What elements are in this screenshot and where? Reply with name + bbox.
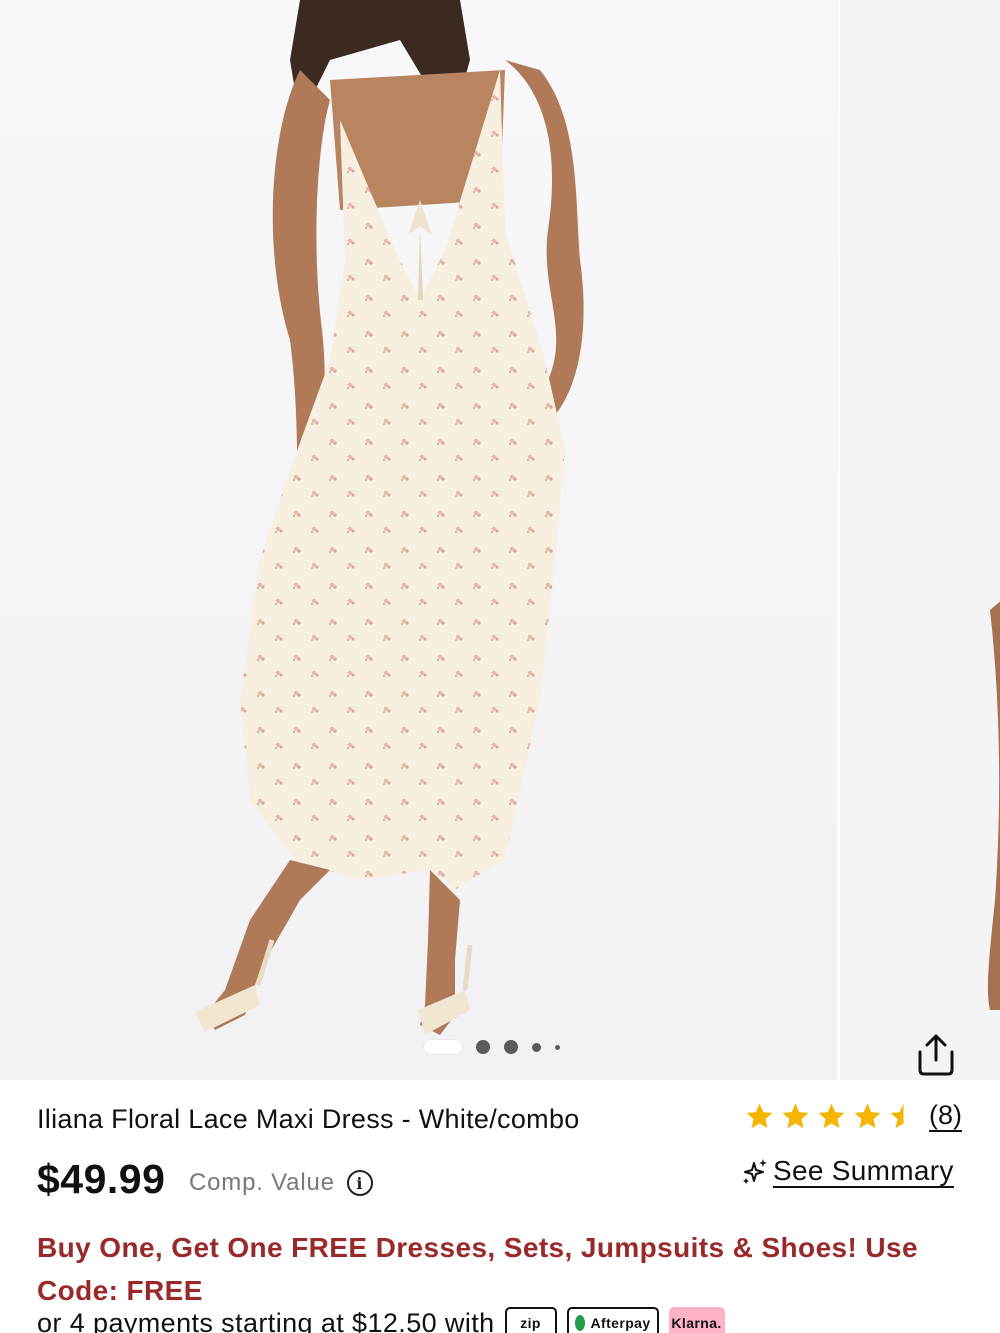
product-photo-next: [987, 601, 1000, 1010]
afterpay-label: Afterpay: [590, 1315, 651, 1331]
share-button[interactable]: [908, 1026, 964, 1080]
installments-text: or 4 payments starting at $12.50 with: [37, 1307, 495, 1333]
half-star-icon: [890, 1103, 917, 1128]
zip-badge[interactable]: zip: [504, 1307, 557, 1333]
star-icon: [818, 1103, 845, 1128]
sparkle-icon: [743, 1159, 767, 1184]
pager-dot-active[interactable]: [424, 1040, 462, 1054]
star-icon: [854, 1103, 881, 1128]
product-image-gallery[interactable]: [0, 0, 1000, 1080]
rating[interactable]: (8): [744, 1100, 962, 1132]
product-image-main[interactable]: [0, 0, 836, 1080]
pager-dot[interactable]: [555, 1044, 560, 1050]
info-icon[interactable]: i: [346, 1170, 373, 1196]
afterpay-badge[interactable]: Afterpay: [566, 1307, 659, 1333]
comp-value[interactable]: Comp. Value i: [189, 1169, 373, 1197]
klarna-badge[interactable]: Klarna.: [668, 1307, 725, 1333]
review-count-link[interactable]: (8): [929, 1100, 962, 1132]
star-icon: [782, 1103, 809, 1128]
pager-dot[interactable]: [504, 1040, 518, 1054]
product-info: Iliana Floral Lace Maxi Dress - White/co…: [0, 1080, 1000, 1333]
pager-dot[interactable]: [532, 1042, 541, 1052]
pager-dot[interactable]: [476, 1040, 490, 1054]
installments-row: or 4 payments starting at $12.50 with zi…: [37, 1307, 725, 1333]
rating-stars: [744, 1101, 919, 1132]
see-summary-label: See Summary: [773, 1155, 954, 1188]
star-icon: [746, 1103, 773, 1128]
product-title: Iliana Floral Lace Maxi Dress - White/co…: [37, 1104, 580, 1134]
promo-banner: Buy One, Get One FREE Dresses, Sets, Jum…: [37, 1232, 918, 1306]
product-price: $49.99: [37, 1156, 166, 1202]
share-icon: [918, 1034, 954, 1076]
comp-value-label: Comp. Value: [189, 1169, 335, 1196]
image-pager: [424, 1040, 560, 1054]
product-photo: [195, 0, 584, 1035]
see-summary-link[interactable]: See Summary: [740, 1156, 954, 1188]
afterpay-icon: [574, 1315, 585, 1331]
product-image-next[interactable]: [838, 0, 1000, 1080]
